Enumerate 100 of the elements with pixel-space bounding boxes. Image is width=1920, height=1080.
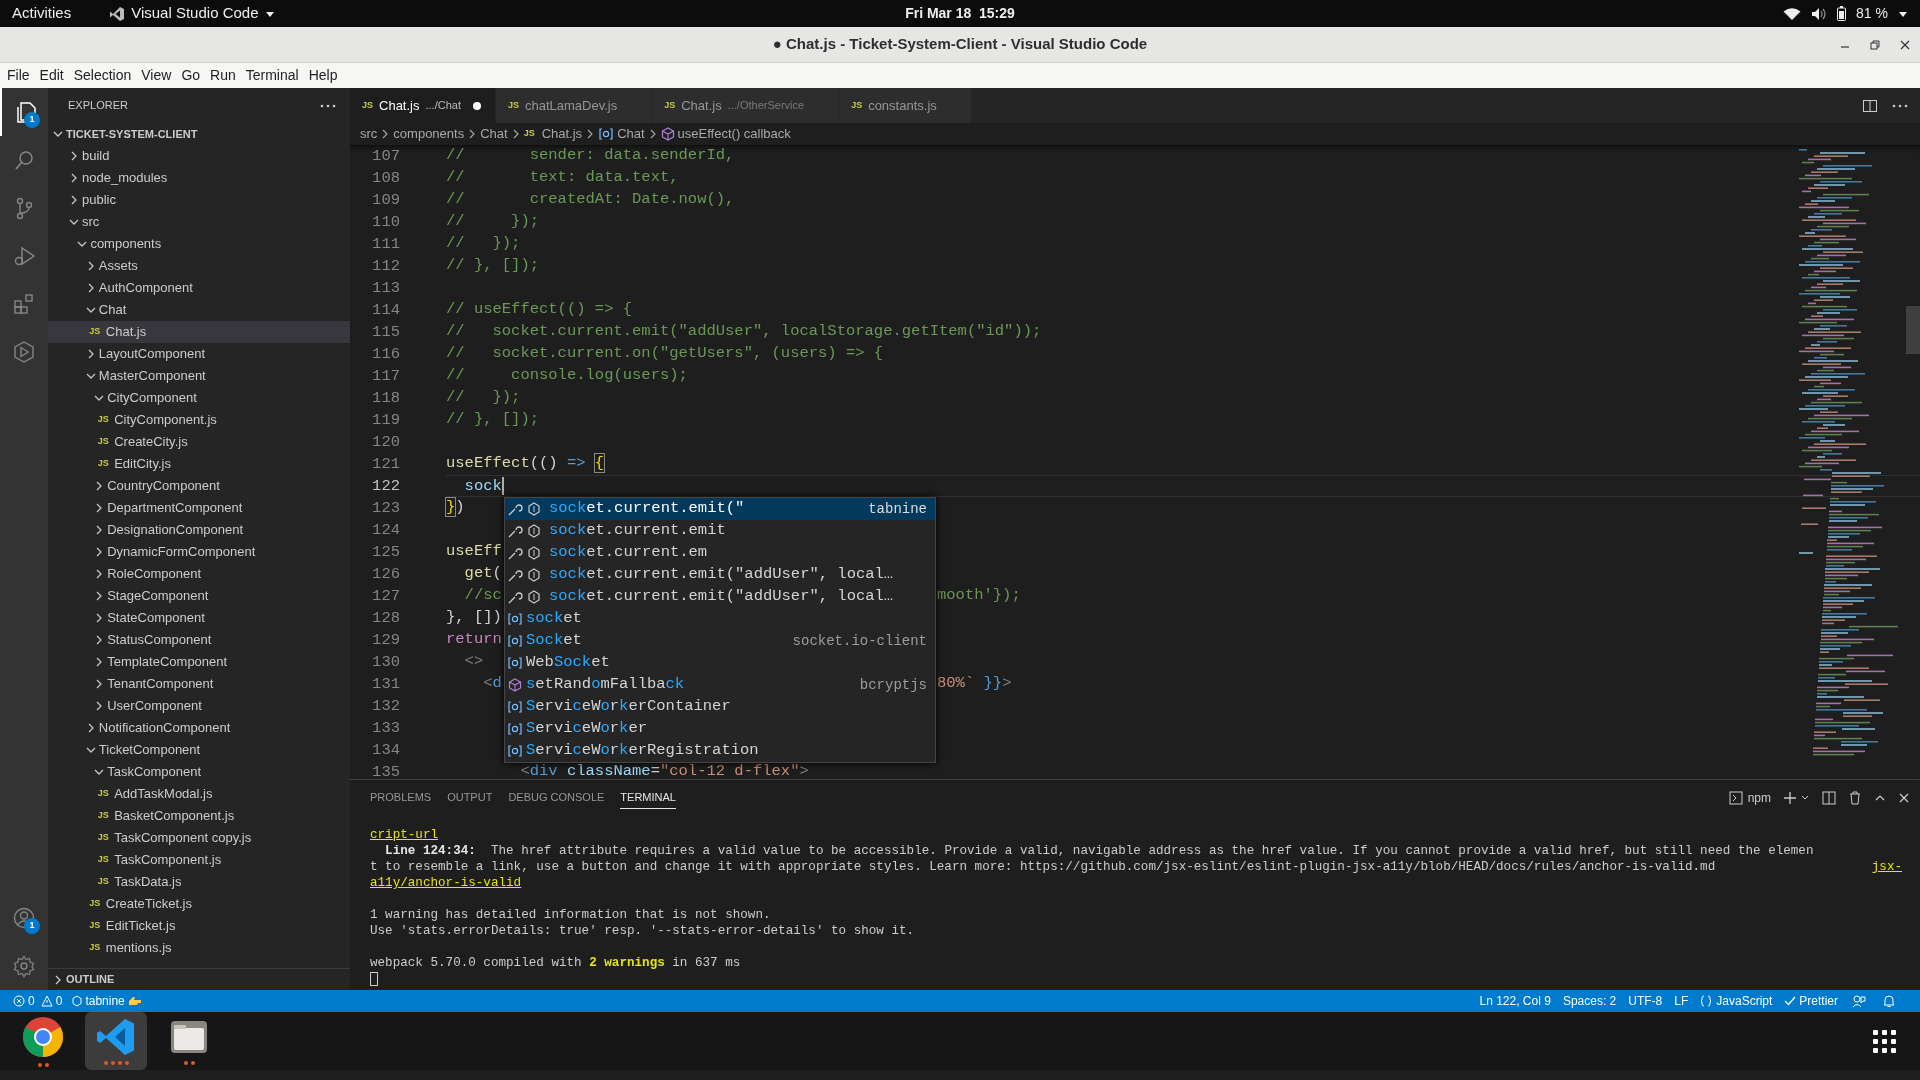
more-actions-icon[interactable] [1892,103,1908,108]
problems-status[interactable]: 0 0 [8,992,68,1010]
activities-button[interactable]: Activities [12,2,72,25]
breadcrumb-item[interactable]: JS Chat.js [523,124,583,144]
folder-item[interactable]: src [48,211,350,233]
suggestion-item[interactable]: socket.current.emit(" tabnine [505,498,935,520]
explorer-file[interactable]: mentions.js [105,938,172,958]
suggestion-item[interactable]: WebSocket [505,652,935,674]
folder-item[interactable]: Assets [48,255,350,277]
bell-icon[interactable] [1882,994,1896,1008]
close-icon[interactable] [1900,39,1910,50]
volume-icon[interactable] [1811,6,1828,21]
menu-item[interactable]: Go [176,65,206,86]
editor-tab[interactable]: JS Chat.js .../OtherService [652,88,840,123]
explorer-file[interactable]: EditTicket.js [105,916,176,936]
folder-item[interactable]: build [48,145,350,167]
folder-item[interactable]: StageComponent [48,585,350,607]
editor-tab[interactable]: JS chatLamaDev.js [495,88,653,123]
section-header[interactable]: TICKET-SYSTEM-CLIENT [48,123,350,145]
folder-item[interactable]: DesignationComponent [48,519,350,541]
wifi-icon[interactable] [1783,6,1802,21]
folder-item[interactable]: TicketComponent [48,739,350,761]
menu-item[interactable]: File [2,65,35,86]
terminal-link[interactable]: cript-url [370,827,439,843]
folder-item[interactable]: public [48,189,350,211]
code-editor-icon[interactable] [96,1017,136,1057]
menu-item[interactable]: Run [205,65,241,86]
menu-item[interactable]: Terminal [240,65,304,86]
explorer-file[interactable]: EditCity.js [114,454,171,474]
split-terminal-icon[interactable] [1822,790,1836,805]
folder-item[interactable]: CityComponent [48,387,350,409]
more-actions-icon[interactable] [320,103,336,108]
folder-item[interactable]: TaskComponent [48,761,350,783]
panel-tab[interactable]: PROBLEMS [370,786,432,809]
folder-item[interactable]: Chat [48,299,350,321]
app-grid-icon[interactable] [1873,1029,1896,1053]
suggestion-item[interactable]: ServiceWorker [505,718,935,740]
battery-icon[interactable] [1837,6,1847,21]
suggestion-item[interactable]: Socket socket.io-client [505,630,935,652]
app-menu[interactable]: Visual Studio Code [109,2,275,25]
menu-item[interactable]: Help [303,65,343,86]
explorer-file[interactable]: AddTaskModal.js [114,784,213,804]
panel-tab[interactable]: TERMINAL [620,785,676,810]
suggestion-item[interactable]: ServiceWorkerContainer [505,696,935,718]
folder-item[interactable]: NotificationComponent [48,717,350,739]
breadcrumb-item[interactable]: src [360,124,378,144]
status-item[interactable]: Ln 122, Col 9 [1473,992,1557,1010]
explorer-file[interactable]: CityComponent.js [114,410,217,430]
breadcrumb-item[interactable]: useEffect() callback [660,124,791,144]
feedback-icon[interactable] [1852,994,1866,1008]
explorer-file[interactable]: BasketComponent.js [114,806,235,826]
breadcrumb-item[interactable]: components [393,124,465,144]
menu-item[interactable]: Selection [68,65,137,86]
explorer-file[interactable]: CreateTicket.js [105,894,192,914]
browser-icon[interactable] [21,1015,65,1059]
folder-item[interactable]: StateComponent [48,607,350,629]
explorer-file[interactable]: TaskComponent copy.js [114,828,252,848]
editor-tab[interactable]: JS Chat.js .../Chat [350,88,496,123]
tabnine-status[interactable]: tabnine [67,992,147,1010]
breadcrumb-item[interactable]: Chat [480,124,508,144]
extensions-icon[interactable] [12,292,36,316]
folder-item[interactable]: node_modules [48,167,350,189]
breadcrumb-item[interactable]: Chat [598,124,645,144]
language-status[interactable]: JavaScript [1694,992,1779,1010]
status-item[interactable]: LF [1668,992,1695,1010]
folder-item[interactable]: LayoutComponent [48,343,350,365]
folder-item[interactable]: RoleComponent [48,563,350,585]
clock[interactable]: Fri Mar 18 15:29 [905,3,1015,24]
suggestion-item[interactable]: setRandomFallback bcryptjs [505,674,935,696]
run-debug-icon[interactable] [12,244,36,268]
explorer-file[interactable]: TaskData.js [114,872,182,892]
editor-tab[interactable]: JS constants.js [839,88,972,123]
folder-item[interactable]: DynamicFormComponent [48,541,350,563]
explorer-file[interactable]: TaskComponent.js [114,850,222,870]
folder-item[interactable]: AuthComponent [48,277,350,299]
search-icon[interactable] [12,148,36,172]
settings-icon[interactable] [12,954,36,978]
restore-icon[interactable] [1870,39,1880,50]
plus-icon[interactable] [1783,790,1797,805]
suggestion-item[interactable]: socket.current.emit [505,520,935,542]
folder-item[interactable]: StatusComponent [48,629,350,651]
account-icon[interactable] [12,906,36,930]
split-editor-icon[interactable] [1862,97,1878,114]
panel-tab[interactable]: OUTPUT [447,786,493,809]
menu-item[interactable]: View [136,65,177,86]
explorer-file[interactable]: CreateCity.js [114,432,188,452]
trash-icon[interactable] [1848,790,1862,805]
folder-item[interactable]: MasterComponent [48,365,350,387]
menu-item[interactable]: Edit [34,65,69,86]
scrollbar-thumb[interactable] [1906,306,1920,354]
suggestion-item[interactable]: socket.current.emit("addUser", local… [505,586,935,608]
folder-item[interactable]: components [48,233,350,255]
suggestion-item[interactable]: socket.current.emit("addUser", local… [505,564,935,586]
folder-item[interactable]: TenantComponent [48,673,350,695]
terminal-selector[interactable]: npm [1728,788,1771,807]
terminal-link[interactable]: jsx- [1871,859,1902,875]
status-item[interactable]: Spaces: 2 [1556,992,1623,1010]
suggestion-item[interactable]: ServiceWorkerRegistration [505,740,935,762]
terminal-link[interactable]: a11y/anchor-is-valid [370,875,522,891]
folder-item[interactable]: TemplateComponent [48,651,350,673]
